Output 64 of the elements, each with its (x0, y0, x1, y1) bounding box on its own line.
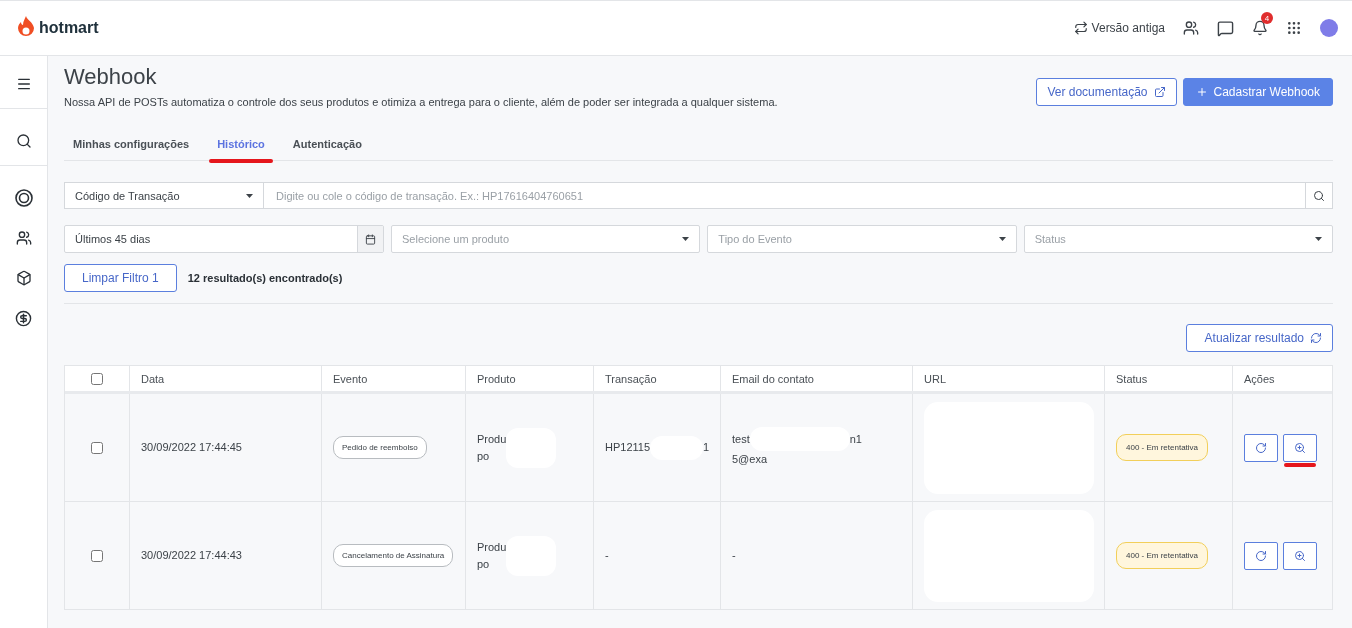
table-cell-text: n1 (849, 431, 862, 447)
event-tag: Pedido de reembolso (333, 436, 427, 459)
tab[interactable]: Minhas configurações (65, 132, 198, 160)
users-icon[interactable] (1183, 20, 1199, 36)
page-description: Nossa API de POSTs automatiza o controle dos seus produtos e otimiza a entrega para o cliente, além de poder ser integrada a qualquer sistema. (64, 96, 778, 108)
refresh-results-button[interactable]: Atualizar resultado (1185, 324, 1333, 352)
notification-count: 4 (1261, 12, 1273, 24)
table-cell: Produ (477, 540, 507, 553)
avatar[interactable] (1320, 19, 1338, 37)
caret-icon (1315, 237, 1322, 241)
column-header: Transação (605, 372, 657, 385)
external-link-icon (1153, 86, 1166, 98)
row-checkbox[interactable] (91, 549, 103, 562)
column-header: Produto (477, 372, 516, 385)
tab[interactable]: Autenticação (284, 132, 370, 160)
column-header: Ações (1244, 372, 1275, 385)
table-cell-text: - (732, 548, 736, 563)
table-cell-text: HP12115 (605, 440, 651, 455)
column-header: Evento (333, 372, 368, 385)
table-cell: po (477, 449, 490, 462)
row-checkbox[interactable] (91, 441, 103, 454)
calendar-icon[interactable] (357, 226, 383, 252)
table-cell-text: 5@exa (732, 452, 768, 467)
tab[interactable]: Histórico (209, 132, 273, 160)
plus-icon (1195, 86, 1208, 98)
search-field[interactable]: Código de Transação Digite ou cole o código de transação. Ex.: HP17616404760651 (64, 182, 1333, 209)
results-count: 12 resultado(s) encontrado(s) (187, 272, 343, 284)
caret-icon (682, 237, 690, 241)
table-cell-text: 1 (702, 440, 709, 455)
clear-filter-button[interactable]: Limpar Filtro 1 (64, 264, 177, 292)
legacy-version-link[interactable]: Versão antiga (1073, 21, 1165, 35)
retry-button[interactable] (1244, 541, 1278, 570)
status-tag: 400 - Em retentativa (1116, 434, 1209, 461)
retry-icon (1255, 549, 1267, 562)
status-tag: 400 - Em retentativa (1116, 542, 1209, 569)
bell-icon[interactable] (1252, 20, 1268, 36)
table-cell-text: 30/09/2022 17:44:45 (141, 440, 243, 455)
zoom-in-icon (1294, 549, 1306, 562)
chat-icon[interactable] (1217, 19, 1234, 37)
retry-button[interactable] (1244, 433, 1278, 462)
column-header: Email do contato (732, 372, 814, 385)
caret-icon (246, 193, 253, 198)
event-tag: Cancelamento de Assinatura (333, 544, 454, 567)
swap-arrows-icon (1073, 21, 1088, 35)
refresh-icon (1310, 332, 1322, 344)
add-webhook-button[interactable]: Cadastrar Webhook (1182, 78, 1333, 106)
documentation-button[interactable]: Ver documentação (1036, 78, 1177, 106)
table-cell: po (477, 557, 490, 570)
apps-grid-icon[interactable] (1286, 20, 1302, 36)
table-cell: Produ (477, 432, 507, 445)
column-header: Data (141, 372, 165, 385)
zoom-in-icon (1294, 441, 1306, 454)
select-all-checkbox[interactable] (91, 372, 103, 385)
column-header: Status (1116, 372, 1148, 385)
brand-name: hotmart (39, 19, 99, 37)
column-header: URL (924, 372, 946, 385)
view-details-button[interactable] (1283, 541, 1317, 570)
page-title: Webhook (64, 64, 158, 90)
table-cell-text: 30/09/2022 17:44:43 (141, 548, 243, 563)
caret-icon (998, 237, 1006, 241)
table-cell-text: test (732, 431, 750, 447)
table-cell-text: - (605, 548, 609, 563)
date-range-field[interactable]: Últimos 45 dias (64, 225, 384, 253)
retry-icon (1255, 441, 1267, 454)
